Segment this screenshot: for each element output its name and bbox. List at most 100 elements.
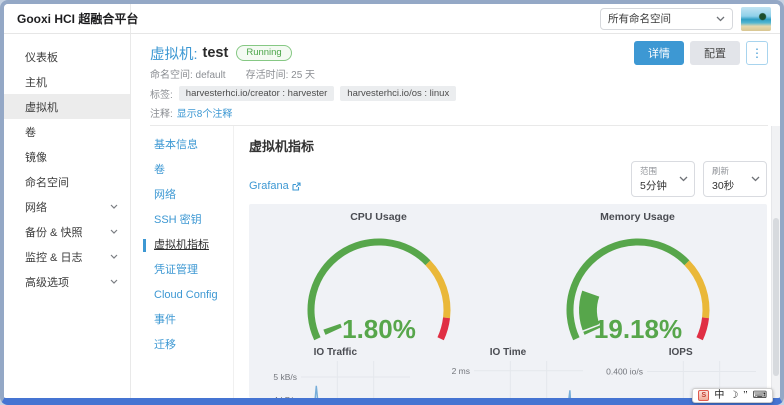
subnav-item-migration[interactable]: 迁移	[143, 339, 233, 352]
grafana-metrics-panel: CPU Usage 1.80% Memory Usage 19.18% IO Traf…	[249, 204, 767, 398]
sidebar-item-label: 命名空间	[25, 174, 69, 190]
subnav-item-vm-metrics[interactable]: 虚拟机指标	[143, 239, 233, 252]
chevron-down-icon	[716, 16, 725, 22]
sidebar-item-label: 仪表板	[25, 49, 58, 65]
sogou-icon[interactable]: S	[698, 390, 709, 401]
sidebar-item-namespaces[interactable]: 命名空间	[4, 169, 130, 194]
cpu-usage-gauge: CPU Usage 1.80%	[249, 208, 508, 344]
avatar[interactable]	[741, 7, 771, 31]
gauge-title: CPU Usage	[350, 211, 407, 224]
gauge-title: Memory Usage	[600, 211, 675, 224]
gauge-value: 19.18%	[593, 314, 681, 344]
punctuation-icon[interactable]: ’’	[743, 390, 747, 402]
sidebar-item-label: 网络	[25, 199, 47, 215]
chart-title: IO Time	[490, 347, 527, 359]
refresh-select[interactable]: 刷新 30秒	[703, 161, 767, 197]
namespace-select[interactable]: 所有命名空间	[600, 8, 733, 30]
y-axis-tick-label: 5 kB/s	[274, 372, 298, 382]
detail-header: 虚拟机: test Running 详情 配置 ⋮ 命名空间: default 存…	[131, 34, 780, 126]
show-annotations-link[interactable]: 显示8个注释	[177, 105, 233, 118]
sidebar-item-label: 主机	[25, 74, 47, 90]
chevron-down-icon	[751, 176, 760, 182]
sidebar-item-label: 虚拟机	[25, 99, 58, 115]
sidebar-item-monitoring-logs[interactable]: 监控 & 日志	[4, 244, 130, 269]
annotations-label: 注释:	[150, 105, 173, 118]
resource-type-link[interactable]: 虚拟机:	[150, 43, 198, 64]
tag-pill: harvesterhci.io/os : linux	[340, 86, 456, 101]
tags-label: 标签:	[150, 86, 173, 101]
tag-pill: harvesterhci.io/creator : harvester	[179, 86, 335, 101]
scrollbar-thumb[interactable]	[773, 218, 779, 376]
sidebar-item-label: 卷	[25, 124, 36, 140]
config-button[interactable]: 配置	[690, 41, 740, 65]
sidebar-item-hosts[interactable]: 主机	[4, 69, 130, 94]
sidebar-item-images[interactable]: 镜像	[4, 144, 130, 169]
keyboard-icon[interactable]: ⌨	[753, 390, 767, 402]
chevron-down-icon	[110, 229, 118, 234]
sidebar-item-label: 高级选项	[25, 274, 69, 290]
sidebar-item-networks[interactable]: 网络	[4, 194, 130, 219]
y-axis-tick-label: 2 ms	[452, 366, 470, 376]
more-actions-button[interactable]: ⋮	[746, 41, 768, 65]
subnav-item-basic-info[interactable]: 基本信息	[143, 139, 233, 152]
gauge-row: CPU Usage 1.80% Memory Usage 19.18%	[249, 208, 767, 344]
y-axis-tick-label: 4 kB/s	[274, 395, 298, 398]
chart-title: IO Traffic	[314, 347, 357, 359]
gauge-chart: 1.80%	[267, 224, 491, 344]
gauge-value: 1.80%	[342, 314, 416, 344]
sidebar-item-backup-snapshot[interactable]: 备份 & 快照	[4, 219, 130, 244]
annotations-row: 注释: 显示8个注释	[150, 105, 768, 118]
chevron-down-icon	[110, 204, 118, 209]
sidebar-item-label: 镜像	[25, 149, 47, 165]
sidebar: 仪表板主机虚拟机卷镜像命名空间网络备份 & 快照监控 & 日志高级选项	[4, 34, 131, 398]
subnav-item-networks[interactable]: 网络	[143, 189, 233, 202]
chevron-down-icon	[110, 254, 118, 259]
range-select-label: 范围	[640, 165, 674, 177]
gauge-chart: 19.18%	[526, 224, 750, 344]
chevron-down-icon	[679, 176, 688, 182]
meta-row: 命名空间: default 存活时间: 25 天	[150, 66, 768, 79]
refresh-select-label: 刷新	[712, 165, 746, 177]
moon-icon[interactable]: ☽	[729, 390, 738, 402]
grafana-link[interactable]: Grafana	[249, 180, 301, 192]
sidebar-item-advanced[interactable]: 高级选项	[4, 269, 130, 294]
range-select-value: 5分钟	[640, 178, 674, 193]
vertical-scrollbar[interactable]	[771, 126, 780, 398]
status-badge: Running	[236, 45, 291, 61]
area-chart: 5 kB/s4 kB/s3 kB/s	[255, 361, 415, 398]
chevron-down-icon	[110, 279, 118, 284]
ime-toolbar: S中 ☽ ’’ ⌨	[692, 388, 773, 403]
chinese-mode-icon[interactable]: 中	[714, 390, 724, 402]
subnav-item-cloud-config[interactable]: Cloud Config	[143, 289, 233, 302]
top-navbar: Gooxi HCI 超融合平台 所有命名空间	[4, 4, 780, 34]
io-time-chart: IO Time 2 ms1.50 ms1 ms	[422, 347, 595, 398]
kebab-menu-icon: ⋮	[751, 46, 763, 60]
meta-item: 命名空间: default	[150, 66, 226, 79]
subnav-item-credentials[interactable]: 凭证管理	[143, 264, 233, 277]
page-title: 虚拟机指标	[249, 136, 767, 155]
tags-row: 标签: harvesterhci.io/creator : harvester h…	[150, 85, 768, 101]
external-link-icon	[292, 182, 301, 191]
memory-usage-gauge: Memory Usage 19.18%	[508, 208, 767, 344]
io-traffic-chart: IO Traffic5 kB/s4 kB/s3 kB/s	[249, 347, 422, 398]
sidebar-item-virtual-machines[interactable]: 虚拟机	[4, 94, 130, 119]
area-chart: 2 ms1.50 ms1 ms	[428, 361, 588, 398]
refresh-select-value: 30秒	[712, 178, 746, 193]
subnav-item-events[interactable]: 事件	[143, 314, 233, 327]
sidebar-item-label: 监控 & 日志	[25, 249, 82, 265]
range-select[interactable]: 范围 5分钟	[631, 161, 695, 197]
sidebar-item-label: 备份 & 快照	[25, 224, 82, 240]
chart-title: IOPS	[669, 347, 693, 359]
sidebar-item-dashboard[interactable]: 仪表板	[4, 44, 130, 69]
sidebar-item-volumes[interactable]: 卷	[4, 119, 130, 144]
subnav-item-ssh-keys[interactable]: SSH 密钥	[143, 214, 233, 227]
details-button[interactable]: 详情	[634, 41, 684, 65]
subnav-item-volumes[interactable]: 卷	[143, 164, 233, 177]
vm-name: test	[203, 45, 229, 61]
app-window: Gooxi HCI 超融合平台 所有命名空间 仪表板主机虚拟机卷镜像命名空间网络…	[0, 0, 784, 405]
brand-title: Gooxi HCI 超融合平台	[4, 4, 131, 33]
namespace-select-value: 所有命名空间	[608, 11, 671, 26]
y-axis-tick-label: 0.300 io/s	[606, 397, 643, 399]
meta-item: 存活时间: 25 天	[246, 66, 315, 79]
chart-row: IO Traffic5 kB/s4 kB/s3 kB/sIO Time2 ms1…	[249, 347, 767, 398]
